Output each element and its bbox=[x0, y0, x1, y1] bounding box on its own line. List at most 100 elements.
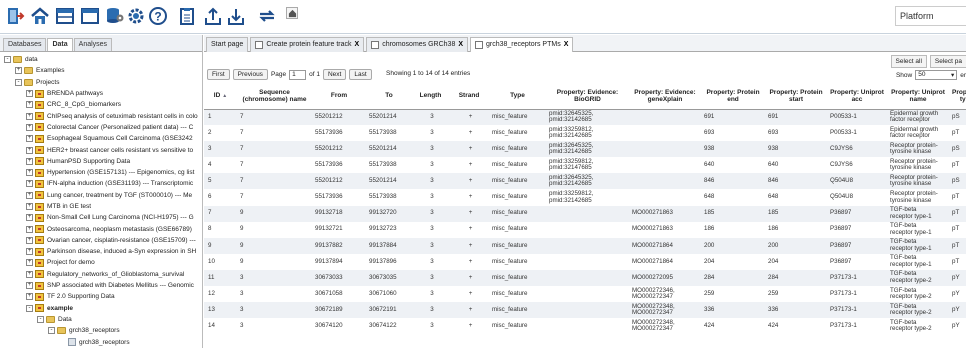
column-header[interactable]: Property: Protein end bbox=[701, 83, 765, 110]
expand-icon[interactable]: + bbox=[26, 203, 33, 210]
collapse-icon[interactable]: - bbox=[15, 78, 22, 86]
expand-icon[interactable]: + bbox=[26, 214, 33, 222]
expand-icon[interactable]: + bbox=[26, 112, 33, 120]
column-header[interactable]: Property: Evidence: geneXplain bbox=[629, 83, 701, 110]
close-icon[interactable]: X bbox=[458, 41, 463, 48]
expand-icon[interactable]: + bbox=[26, 270, 33, 278]
small-home-icon[interactable] bbox=[286, 7, 298, 19]
next-page-button[interactable]: Next bbox=[322, 69, 347, 80]
tree-node[interactable]: + HumanPSD Supporting Data bbox=[0, 156, 202, 167]
column-header[interactable]: Property: Uniprot acc bbox=[827, 83, 887, 110]
table-row[interactable]: 4 7 55173936 55173938 3 + misc_feature pmid:332… bbox=[204, 157, 966, 174]
tree-node[interactable]: - data bbox=[0, 54, 202, 65]
tree-node[interactable]: + MTB in GE test bbox=[0, 201, 202, 212]
table-row[interactable]: 12 3 30671058 30671060 3 + misc_feature MO00027… bbox=[204, 286, 966, 303]
table-row[interactable]: 13 3 30672189 30672191 3 + misc_feature MO00027… bbox=[204, 302, 966, 319]
tab-data[interactable]: Data bbox=[47, 38, 73, 51]
table-row[interactable]: 7 9 99132718 99132720 3 + misc_feature MO000271… bbox=[204, 205, 966, 222]
tree-node[interactable]: + Colorectal Cancer (Personalized patient… bbox=[0, 122, 202, 133]
column-header[interactable]: ID ▲ bbox=[204, 83, 237, 110]
document-tab[interactable]: Create protein feature track X bbox=[250, 37, 365, 52]
previous-page-button[interactable]: Previous bbox=[232, 69, 268, 80]
column-header[interactable]: Property: Evidence: BioGRID bbox=[546, 83, 629, 110]
first-page-button[interactable]: First bbox=[207, 69, 230, 80]
expand-icon[interactable]: + bbox=[26, 248, 33, 256]
tree-node[interactable]: + TF 2.0 Supporting Data bbox=[0, 291, 202, 302]
collapse-icon[interactable]: - bbox=[4, 56, 11, 64]
tree-node[interactable]: + ChIPseq analysis of cetuximab resistant… bbox=[0, 110, 202, 121]
exit-icon[interactable] bbox=[3, 5, 27, 27]
expand-icon[interactable]: + bbox=[26, 135, 33, 143]
tree-node[interactable]: + Project for demo bbox=[0, 257, 202, 268]
expand-icon[interactable]: + bbox=[26, 282, 33, 290]
tree-node[interactable]: + Parkinson disease, induced a-Syn expres… bbox=[0, 246, 202, 257]
tree-node[interactable]: + Ovarian cancer, cisplatin-resistance (G… bbox=[0, 235, 202, 246]
platform-select[interactable]: Platform bbox=[895, 6, 966, 26]
last-page-button[interactable]: Last bbox=[349, 69, 372, 80]
tree-node[interactable]: + SNP associated with Diabetes Mellitus -… bbox=[0, 280, 202, 291]
expand-icon[interactable]: + bbox=[26, 259, 33, 267]
table-row[interactable]: 1 7 55201212 55201214 3 + misc_feature pmid:326… bbox=[204, 109, 966, 126]
layout-split-icon[interactable] bbox=[53, 5, 77, 27]
tree-node[interactable]: + Osteosarcoma, neoplasm metastasis (GSE6… bbox=[0, 223, 202, 234]
collapse-icon[interactable]: - bbox=[26, 304, 33, 312]
help-icon[interactable]: ? bbox=[146, 5, 170, 27]
select-page-button[interactable]: Select pa bbox=[929, 55, 966, 68]
table-row[interactable]: 3 7 55201212 55201214 3 + misc_feature pmid:326… bbox=[204, 141, 966, 158]
document-tab[interactable]: chromosomes GRCh38 X bbox=[366, 37, 469, 52]
tree-node[interactable]: + BRENDA pathways bbox=[0, 88, 202, 99]
column-header[interactable]: Strand bbox=[449, 83, 489, 110]
tab-analyses[interactable]: Analyses bbox=[73, 38, 113, 51]
expand-icon[interactable]: + bbox=[15, 67, 22, 75]
column-header[interactable]: To bbox=[366, 83, 412, 110]
tree-node[interactable]: grch38_receptors bbox=[0, 336, 202, 347]
close-icon[interactable]: X bbox=[355, 41, 360, 48]
tree-node[interactable]: + Esophageal Squamous Cell Carcinoma (GSE… bbox=[0, 133, 202, 144]
column-header[interactable]: Property: Uniprot name bbox=[887, 83, 949, 110]
collapse-icon[interactable]: - bbox=[48, 327, 55, 335]
table-row[interactable]: 5 7 55201212 55201214 3 + misc_feature pmid:326… bbox=[204, 173, 966, 190]
table-row[interactable]: 9 9 99137882 99137884 3 + misc_feature MO000271… bbox=[204, 237, 966, 254]
table-row[interactable]: 2 7 55173936 55173938 3 + misc_feature pmid:332… bbox=[204, 125, 966, 142]
expand-icon[interactable]: + bbox=[26, 293, 33, 301]
tree-node[interactable]: + Hypertension (GSE157131) --- Epigenomic… bbox=[0, 167, 202, 178]
expand-icon[interactable]: + bbox=[26, 146, 33, 154]
tab-databases[interactable]: Databases bbox=[3, 38, 47, 51]
document-tab[interactable]: grch38_receptors PTMs X bbox=[470, 37, 574, 52]
tree-node[interactable]: - grch38_receptors bbox=[0, 325, 202, 336]
column-header[interactable]: Property: type bbox=[949, 83, 966, 110]
download-icon[interactable] bbox=[224, 5, 248, 27]
table-row[interactable]: 6 7 55173936 55173938 3 + misc_feature pmid:332… bbox=[204, 189, 966, 206]
close-icon[interactable]: X bbox=[564, 41, 569, 48]
tree-node[interactable]: - example bbox=[0, 303, 202, 314]
table-row[interactable]: 8 9 99132721 99132723 3 + misc_feature MO000271… bbox=[204, 221, 966, 238]
column-header[interactable]: Type bbox=[489, 83, 546, 110]
tree-node[interactable]: + Examples bbox=[0, 65, 202, 76]
column-header[interactable]: Property: Protein start bbox=[765, 83, 827, 110]
expand-icon[interactable]: + bbox=[26, 123, 33, 131]
document-tab[interactable]: Start page bbox=[206, 37, 249, 52]
expand-icon[interactable]: + bbox=[26, 90, 33, 98]
expand-icon[interactable]: + bbox=[26, 157, 33, 165]
column-header[interactable]: From bbox=[312, 83, 366, 110]
expand-icon[interactable]: + bbox=[26, 225, 33, 233]
column-header[interactable]: Sequence (chromosome) name bbox=[237, 83, 312, 110]
collapse-icon[interactable]: - bbox=[37, 315, 44, 323]
tree-node[interactable]: + Non-Small Cell Lung Carcinoma (NCI-H197… bbox=[0, 212, 202, 223]
table-row[interactable]: 10 9 99137894 99137896 3 + misc_feature MO00027… bbox=[204, 253, 966, 270]
page-size-select[interactable]: 50 ▾ bbox=[915, 70, 958, 80]
upload-icon[interactable] bbox=[201, 5, 225, 27]
column-header[interactable]: Length bbox=[412, 83, 449, 110]
tree-node[interactable]: - Data bbox=[0, 314, 202, 325]
expand-icon[interactable]: + bbox=[26, 101, 33, 109]
table-row[interactable]: 11 3 30673033 30673035 3 + misc_feature MO00027… bbox=[204, 269, 966, 287]
clipboard-icon[interactable] bbox=[176, 5, 200, 27]
tree-node[interactable]: + CRC_8_CpG_biomarkers bbox=[0, 99, 202, 110]
tree-node[interactable]: - Projects bbox=[0, 77, 202, 88]
page-input[interactable]: 1 bbox=[289, 69, 307, 80]
select-all-button[interactable]: Select all bbox=[890, 55, 927, 68]
refresh-arrows-icon[interactable] bbox=[255, 5, 279, 27]
tree-node[interactable]: + Regulatory_networks_of_Glioblastoma_sur… bbox=[0, 269, 202, 280]
settings-gear-icon[interactable] bbox=[124, 5, 148, 27]
tree-node[interactable]: + HER2+ breast cancer cells resistant vs … bbox=[0, 144, 202, 155]
